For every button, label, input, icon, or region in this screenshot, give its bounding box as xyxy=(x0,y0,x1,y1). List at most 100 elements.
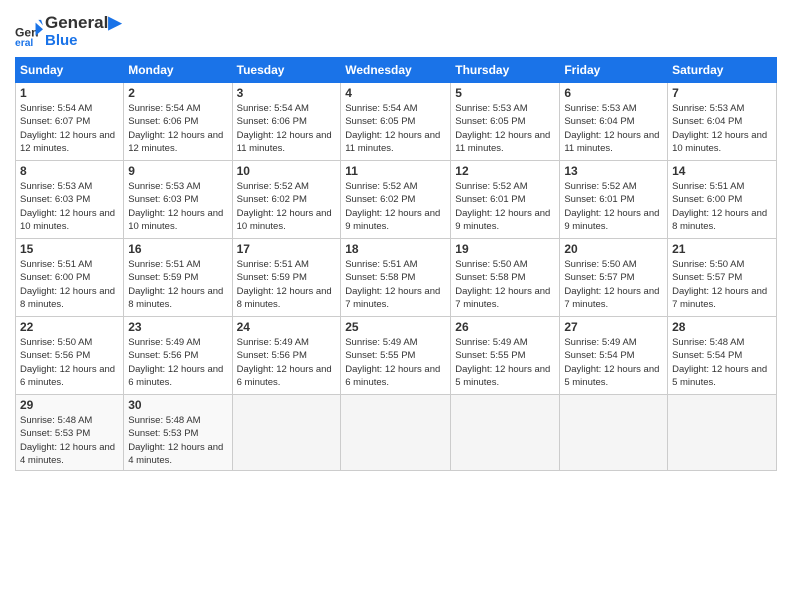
day-info: Sunrise: 5:54 AMSunset: 6:06 PMDaylight:… xyxy=(237,102,337,155)
day-number: 29 xyxy=(20,398,119,412)
day-number: 14 xyxy=(672,164,772,178)
day-info: Sunrise: 5:50 AMSunset: 5:56 PMDaylight:… xyxy=(20,336,119,389)
calendar-empty-cell xyxy=(668,395,777,471)
calendar-day-cell: 6 Sunrise: 5:53 AMSunset: 6:04 PMDayligh… xyxy=(560,83,668,161)
day-number: 22 xyxy=(20,320,119,334)
calendar-header-row: SundayMondayTuesdayWednesdayThursdayFrid… xyxy=(16,58,777,83)
calendar-table: SundayMondayTuesdayWednesdayThursdayFrid… xyxy=(15,57,777,471)
calendar-week-row: 22 Sunrise: 5:50 AMSunset: 5:56 PMDaylig… xyxy=(16,317,777,395)
weekday-header: Sunday xyxy=(16,58,124,83)
calendar-day-cell: 7 Sunrise: 5:53 AMSunset: 6:04 PMDayligh… xyxy=(668,83,777,161)
calendar-body: 1 Sunrise: 5:54 AMSunset: 6:07 PMDayligh… xyxy=(16,83,777,471)
day-number: 4 xyxy=(345,86,446,100)
day-info: Sunrise: 5:53 AMSunset: 6:03 PMDaylight:… xyxy=(128,180,227,233)
calendar-day-cell: 3 Sunrise: 5:54 AMSunset: 6:06 PMDayligh… xyxy=(232,83,341,161)
svg-text:eral: eral xyxy=(15,38,33,46)
calendar-day-cell: 1 Sunrise: 5:54 AMSunset: 6:07 PMDayligh… xyxy=(16,83,124,161)
day-info: Sunrise: 5:48 AMSunset: 5:53 PMDaylight:… xyxy=(20,414,119,467)
day-info: Sunrise: 5:52 AMSunset: 6:02 PMDaylight:… xyxy=(345,180,446,233)
day-info: Sunrise: 5:48 AMSunset: 5:53 PMDaylight:… xyxy=(128,414,227,467)
day-info: Sunrise: 5:49 AMSunset: 5:55 PMDaylight:… xyxy=(455,336,555,389)
day-number: 30 xyxy=(128,398,227,412)
day-number: 23 xyxy=(128,320,227,334)
calendar-day-cell: 12 Sunrise: 5:52 AMSunset: 6:01 PMDaylig… xyxy=(451,161,560,239)
calendar-day-cell: 22 Sunrise: 5:50 AMSunset: 5:56 PMDaylig… xyxy=(16,317,124,395)
calendar-day-cell: 8 Sunrise: 5:53 AMSunset: 6:03 PMDayligh… xyxy=(16,161,124,239)
day-number: 13 xyxy=(564,164,663,178)
day-number: 6 xyxy=(564,86,663,100)
day-info: Sunrise: 5:51 AMSunset: 6:00 PMDaylight:… xyxy=(672,180,772,233)
calendar-day-cell: 10 Sunrise: 5:52 AMSunset: 6:02 PMDaylig… xyxy=(232,161,341,239)
day-info: Sunrise: 5:53 AMSunset: 6:05 PMDaylight:… xyxy=(455,102,555,155)
calendar-day-cell: 4 Sunrise: 5:54 AMSunset: 6:05 PMDayligh… xyxy=(341,83,451,161)
calendar-empty-cell xyxy=(341,395,451,471)
day-info: Sunrise: 5:54 AMSunset: 6:07 PMDaylight:… xyxy=(20,102,119,155)
day-number: 19 xyxy=(455,242,555,256)
weekday-header: Monday xyxy=(124,58,232,83)
day-info: Sunrise: 5:52 AMSunset: 6:01 PMDaylight:… xyxy=(455,180,555,233)
day-number: 20 xyxy=(564,242,663,256)
day-info: Sunrise: 5:50 AMSunset: 5:57 PMDaylight:… xyxy=(564,258,663,311)
day-info: Sunrise: 5:49 AMSunset: 5:54 PMDaylight:… xyxy=(564,336,663,389)
calendar-day-cell: 26 Sunrise: 5:49 AMSunset: 5:55 PMDaylig… xyxy=(451,317,560,395)
logo-text: General▶ Blue xyxy=(45,14,121,49)
weekday-header: Tuesday xyxy=(232,58,341,83)
day-number: 25 xyxy=(345,320,446,334)
calendar-empty-cell xyxy=(560,395,668,471)
day-number: 2 xyxy=(128,86,227,100)
weekday-header: Saturday xyxy=(668,58,777,83)
calendar-day-cell: 14 Sunrise: 5:51 AMSunset: 6:00 PMDaylig… xyxy=(668,161,777,239)
weekday-header: Wednesday xyxy=(341,58,451,83)
day-number: 9 xyxy=(128,164,227,178)
calendar-day-cell: 23 Sunrise: 5:49 AMSunset: 5:56 PMDaylig… xyxy=(124,317,232,395)
day-info: Sunrise: 5:51 AMSunset: 6:00 PMDaylight:… xyxy=(20,258,119,311)
day-number: 27 xyxy=(564,320,663,334)
calendar-day-cell: 27 Sunrise: 5:49 AMSunset: 5:54 PMDaylig… xyxy=(560,317,668,395)
day-number: 18 xyxy=(345,242,446,256)
calendar-day-cell: 19 Sunrise: 5:50 AMSunset: 5:58 PMDaylig… xyxy=(451,239,560,317)
day-info: Sunrise: 5:51 AMSunset: 5:59 PMDaylight:… xyxy=(237,258,337,311)
day-info: Sunrise: 5:53 AMSunset: 6:04 PMDaylight:… xyxy=(672,102,772,155)
day-info: Sunrise: 5:54 AMSunset: 6:06 PMDaylight:… xyxy=(128,102,227,155)
calendar-day-cell: 25 Sunrise: 5:49 AMSunset: 5:55 PMDaylig… xyxy=(341,317,451,395)
calendar-day-cell: 17 Sunrise: 5:51 AMSunset: 5:59 PMDaylig… xyxy=(232,239,341,317)
day-info: Sunrise: 5:53 AMSunset: 6:03 PMDaylight:… xyxy=(20,180,119,233)
calendar-day-cell: 15 Sunrise: 5:51 AMSunset: 6:00 PMDaylig… xyxy=(16,239,124,317)
logo-icon: Gen eral xyxy=(15,18,43,46)
day-number: 28 xyxy=(672,320,772,334)
calendar-day-cell: 18 Sunrise: 5:51 AMSunset: 5:58 PMDaylig… xyxy=(341,239,451,317)
calendar-day-cell: 13 Sunrise: 5:52 AMSunset: 6:01 PMDaylig… xyxy=(560,161,668,239)
calendar-day-cell: 24 Sunrise: 5:49 AMSunset: 5:56 PMDaylig… xyxy=(232,317,341,395)
day-info: Sunrise: 5:54 AMSunset: 6:05 PMDaylight:… xyxy=(345,102,446,155)
calendar-day-cell: 29 Sunrise: 5:48 AMSunset: 5:53 PMDaylig… xyxy=(16,395,124,471)
weekday-header: Friday xyxy=(560,58,668,83)
day-info: Sunrise: 5:51 AMSunset: 5:58 PMDaylight:… xyxy=(345,258,446,311)
day-number: 24 xyxy=(237,320,337,334)
calendar-empty-cell xyxy=(451,395,560,471)
calendar-day-cell: 5 Sunrise: 5:53 AMSunset: 6:05 PMDayligh… xyxy=(451,83,560,161)
calendar-day-cell: 20 Sunrise: 5:50 AMSunset: 5:57 PMDaylig… xyxy=(560,239,668,317)
day-number: 15 xyxy=(20,242,119,256)
calendar-day-cell: 30 Sunrise: 5:48 AMSunset: 5:53 PMDaylig… xyxy=(124,395,232,471)
day-number: 17 xyxy=(237,242,337,256)
day-number: 1 xyxy=(20,86,119,100)
day-number: 8 xyxy=(20,164,119,178)
calendar-day-cell: 9 Sunrise: 5:53 AMSunset: 6:03 PMDayligh… xyxy=(124,161,232,239)
day-info: Sunrise: 5:49 AMSunset: 5:55 PMDaylight:… xyxy=(345,336,446,389)
day-info: Sunrise: 5:52 AMSunset: 6:01 PMDaylight:… xyxy=(564,180,663,233)
calendar-week-row: 29 Sunrise: 5:48 AMSunset: 5:53 PMDaylig… xyxy=(16,395,777,471)
calendar-week-row: 15 Sunrise: 5:51 AMSunset: 6:00 PMDaylig… xyxy=(16,239,777,317)
logo: Gen eral General▶ Blue xyxy=(15,14,121,49)
day-info: Sunrise: 5:51 AMSunset: 5:59 PMDaylight:… xyxy=(128,258,227,311)
calendar-day-cell: 28 Sunrise: 5:48 AMSunset: 5:54 PMDaylig… xyxy=(668,317,777,395)
weekday-header: Thursday xyxy=(451,58,560,83)
day-number: 11 xyxy=(345,164,446,178)
calendar-day-cell: 2 Sunrise: 5:54 AMSunset: 6:06 PMDayligh… xyxy=(124,83,232,161)
calendar-week-row: 1 Sunrise: 5:54 AMSunset: 6:07 PMDayligh… xyxy=(16,83,777,161)
calendar-empty-cell xyxy=(232,395,341,471)
day-number: 7 xyxy=(672,86,772,100)
day-info: Sunrise: 5:48 AMSunset: 5:54 PMDaylight:… xyxy=(672,336,772,389)
day-info: Sunrise: 5:50 AMSunset: 5:58 PMDaylight:… xyxy=(455,258,555,311)
day-info: Sunrise: 5:50 AMSunset: 5:57 PMDaylight:… xyxy=(672,258,772,311)
calendar-day-cell: 21 Sunrise: 5:50 AMSunset: 5:57 PMDaylig… xyxy=(668,239,777,317)
